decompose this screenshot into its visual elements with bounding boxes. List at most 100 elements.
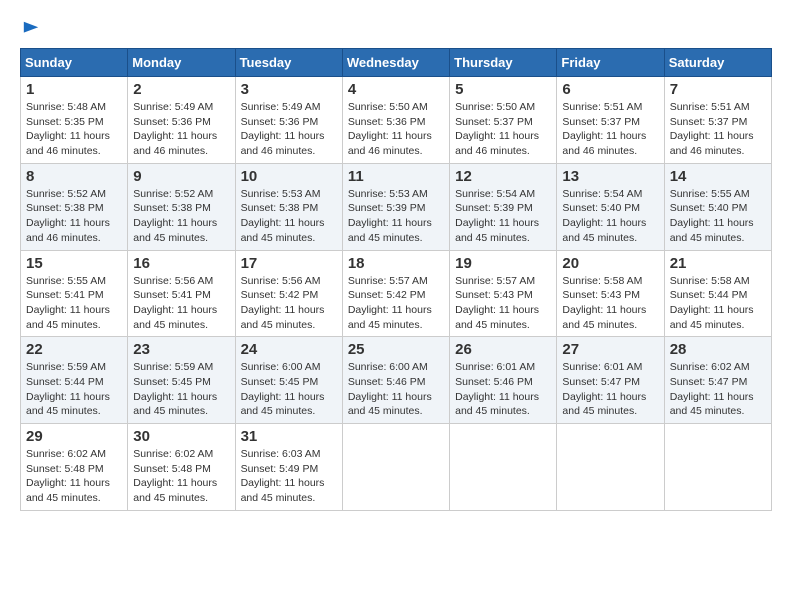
- table-row: 1 Sunrise: 5:48 AMSunset: 5:35 PMDayligh…: [21, 77, 128, 164]
- day-info: Sunrise: 5:58 AMSunset: 5:44 PMDaylight:…: [670, 275, 754, 331]
- table-row: 7 Sunrise: 5:51 AMSunset: 5:37 PMDayligh…: [664, 77, 771, 164]
- day-number: 21: [670, 255, 766, 272]
- table-row: 26 Sunrise: 6:01 AMSunset: 5:46 PMDaylig…: [450, 337, 557, 424]
- logo-flag-icon: [22, 20, 40, 38]
- table-row: 2 Sunrise: 5:49 AMSunset: 5:36 PMDayligh…: [128, 77, 235, 164]
- day-number: 2: [133, 81, 229, 98]
- day-number: 23: [133, 341, 229, 358]
- col-monday: Monday: [128, 49, 235, 77]
- table-row: 20 Sunrise: 5:58 AMSunset: 5:43 PMDaylig…: [557, 250, 664, 337]
- header: [20, 20, 772, 38]
- day-info: Sunrise: 5:58 AMSunset: 5:43 PMDaylight:…: [562, 275, 646, 331]
- calendar-table: Sunday Monday Tuesday Wednesday Thursday…: [20, 48, 772, 511]
- day-number: 15: [26, 255, 122, 272]
- table-row: 27 Sunrise: 6:01 AMSunset: 5:47 PMDaylig…: [557, 337, 664, 424]
- day-info: Sunrise: 5:57 AMSunset: 5:43 PMDaylight:…: [455, 275, 539, 331]
- day-number: 4: [348, 81, 444, 98]
- table-row: 28 Sunrise: 6:02 AMSunset: 5:47 PMDaylig…: [664, 337, 771, 424]
- table-row: 29 Sunrise: 6:02 AMSunset: 5:48 PMDaylig…: [21, 424, 128, 511]
- day-number: 31: [241, 428, 337, 445]
- day-info: Sunrise: 5:59 AMSunset: 5:45 PMDaylight:…: [133, 361, 217, 417]
- day-number: 24: [241, 341, 337, 358]
- day-number: 25: [348, 341, 444, 358]
- day-info: Sunrise: 5:52 AMSunset: 5:38 PMDaylight:…: [26, 188, 110, 244]
- logo: [20, 20, 40, 38]
- day-info: Sunrise: 6:00 AMSunset: 5:45 PMDaylight:…: [241, 361, 325, 417]
- calendar-week-row: 8 Sunrise: 5:52 AMSunset: 5:38 PMDayligh…: [21, 163, 772, 250]
- day-info: Sunrise: 5:51 AMSunset: 5:37 PMDaylight:…: [562, 101, 646, 157]
- table-row: 11 Sunrise: 5:53 AMSunset: 5:39 PMDaylig…: [342, 163, 449, 250]
- day-number: 30: [133, 428, 229, 445]
- day-info: Sunrise: 5:53 AMSunset: 5:38 PMDaylight:…: [241, 188, 325, 244]
- day-number: 27: [562, 341, 658, 358]
- day-info: Sunrise: 5:53 AMSunset: 5:39 PMDaylight:…: [348, 188, 432, 244]
- day-info: Sunrise: 6:02 AMSunset: 5:48 PMDaylight:…: [26, 448, 110, 504]
- day-number: 12: [455, 168, 551, 185]
- day-info: Sunrise: 6:02 AMSunset: 5:47 PMDaylight:…: [670, 361, 754, 417]
- table-row: 12 Sunrise: 5:54 AMSunset: 5:39 PMDaylig…: [450, 163, 557, 250]
- day-info: Sunrise: 5:55 AMSunset: 5:40 PMDaylight:…: [670, 188, 754, 244]
- table-row: 6 Sunrise: 5:51 AMSunset: 5:37 PMDayligh…: [557, 77, 664, 164]
- day-info: Sunrise: 5:48 AMSunset: 5:35 PMDaylight:…: [26, 101, 110, 157]
- day-number: 26: [455, 341, 551, 358]
- day-number: 18: [348, 255, 444, 272]
- table-row: 16 Sunrise: 5:56 AMSunset: 5:41 PMDaylig…: [128, 250, 235, 337]
- table-row: 17 Sunrise: 5:56 AMSunset: 5:42 PMDaylig…: [235, 250, 342, 337]
- day-number: 11: [348, 168, 444, 185]
- day-info: Sunrise: 6:01 AMSunset: 5:47 PMDaylight:…: [562, 361, 646, 417]
- day-info: Sunrise: 6:00 AMSunset: 5:46 PMDaylight:…: [348, 361, 432, 417]
- table-row: [664, 424, 771, 511]
- day-info: Sunrise: 6:01 AMSunset: 5:46 PMDaylight:…: [455, 361, 539, 417]
- col-wednesday: Wednesday: [342, 49, 449, 77]
- col-thursday: Thursday: [450, 49, 557, 77]
- day-number: 19: [455, 255, 551, 272]
- day-number: 14: [670, 168, 766, 185]
- day-number: 17: [241, 255, 337, 272]
- table-row: [450, 424, 557, 511]
- day-info: Sunrise: 5:50 AMSunset: 5:37 PMDaylight:…: [455, 101, 539, 157]
- table-row: 18 Sunrise: 5:57 AMSunset: 5:42 PMDaylig…: [342, 250, 449, 337]
- table-row: 3 Sunrise: 5:49 AMSunset: 5:36 PMDayligh…: [235, 77, 342, 164]
- table-row: 25 Sunrise: 6:00 AMSunset: 5:46 PMDaylig…: [342, 337, 449, 424]
- table-row: 24 Sunrise: 6:00 AMSunset: 5:45 PMDaylig…: [235, 337, 342, 424]
- table-row: 10 Sunrise: 5:53 AMSunset: 5:38 PMDaylig…: [235, 163, 342, 250]
- table-row: 23 Sunrise: 5:59 AMSunset: 5:45 PMDaylig…: [128, 337, 235, 424]
- table-row: 21 Sunrise: 5:58 AMSunset: 5:44 PMDaylig…: [664, 250, 771, 337]
- day-info: Sunrise: 5:50 AMSunset: 5:36 PMDaylight:…: [348, 101, 432, 157]
- day-info: Sunrise: 5:49 AMSunset: 5:36 PMDaylight:…: [133, 101, 217, 157]
- table-row: 9 Sunrise: 5:52 AMSunset: 5:38 PMDayligh…: [128, 163, 235, 250]
- day-info: Sunrise: 5:59 AMSunset: 5:44 PMDaylight:…: [26, 361, 110, 417]
- day-info: Sunrise: 5:49 AMSunset: 5:36 PMDaylight:…: [241, 101, 325, 157]
- table-row: [557, 424, 664, 511]
- day-info: Sunrise: 5:54 AMSunset: 5:40 PMDaylight:…: [562, 188, 646, 244]
- day-info: Sunrise: 6:03 AMSunset: 5:49 PMDaylight:…: [241, 448, 325, 504]
- col-saturday: Saturday: [664, 49, 771, 77]
- calendar-week-row: 29 Sunrise: 6:02 AMSunset: 5:48 PMDaylig…: [21, 424, 772, 511]
- day-info: Sunrise: 5:54 AMSunset: 5:39 PMDaylight:…: [455, 188, 539, 244]
- table-row: 13 Sunrise: 5:54 AMSunset: 5:40 PMDaylig…: [557, 163, 664, 250]
- day-info: Sunrise: 5:57 AMSunset: 5:42 PMDaylight:…: [348, 275, 432, 331]
- table-row: 19 Sunrise: 5:57 AMSunset: 5:43 PMDaylig…: [450, 250, 557, 337]
- day-number: 10: [241, 168, 337, 185]
- table-row: 5 Sunrise: 5:50 AMSunset: 5:37 PMDayligh…: [450, 77, 557, 164]
- table-row: [342, 424, 449, 511]
- day-number: 20: [562, 255, 658, 272]
- day-number: 16: [133, 255, 229, 272]
- table-row: 22 Sunrise: 5:59 AMSunset: 5:44 PMDaylig…: [21, 337, 128, 424]
- day-number: 7: [670, 81, 766, 98]
- day-number: 13: [562, 168, 658, 185]
- table-row: 4 Sunrise: 5:50 AMSunset: 5:36 PMDayligh…: [342, 77, 449, 164]
- calendar-week-row: 22 Sunrise: 5:59 AMSunset: 5:44 PMDaylig…: [21, 337, 772, 424]
- day-number: 5: [455, 81, 551, 98]
- table-row: 15 Sunrise: 5:55 AMSunset: 5:41 PMDaylig…: [21, 250, 128, 337]
- day-info: Sunrise: 5:55 AMSunset: 5:41 PMDaylight:…: [26, 275, 110, 331]
- calendar-week-row: 15 Sunrise: 5:55 AMSunset: 5:41 PMDaylig…: [21, 250, 772, 337]
- col-sunday: Sunday: [21, 49, 128, 77]
- day-info: Sunrise: 5:51 AMSunset: 5:37 PMDaylight:…: [670, 101, 754, 157]
- day-number: 6: [562, 81, 658, 98]
- day-number: 1: [26, 81, 122, 98]
- day-number: 29: [26, 428, 122, 445]
- day-number: 28: [670, 341, 766, 358]
- calendar-header-row: Sunday Monday Tuesday Wednesday Thursday…: [21, 49, 772, 77]
- day-info: Sunrise: 5:56 AMSunset: 5:42 PMDaylight:…: [241, 275, 325, 331]
